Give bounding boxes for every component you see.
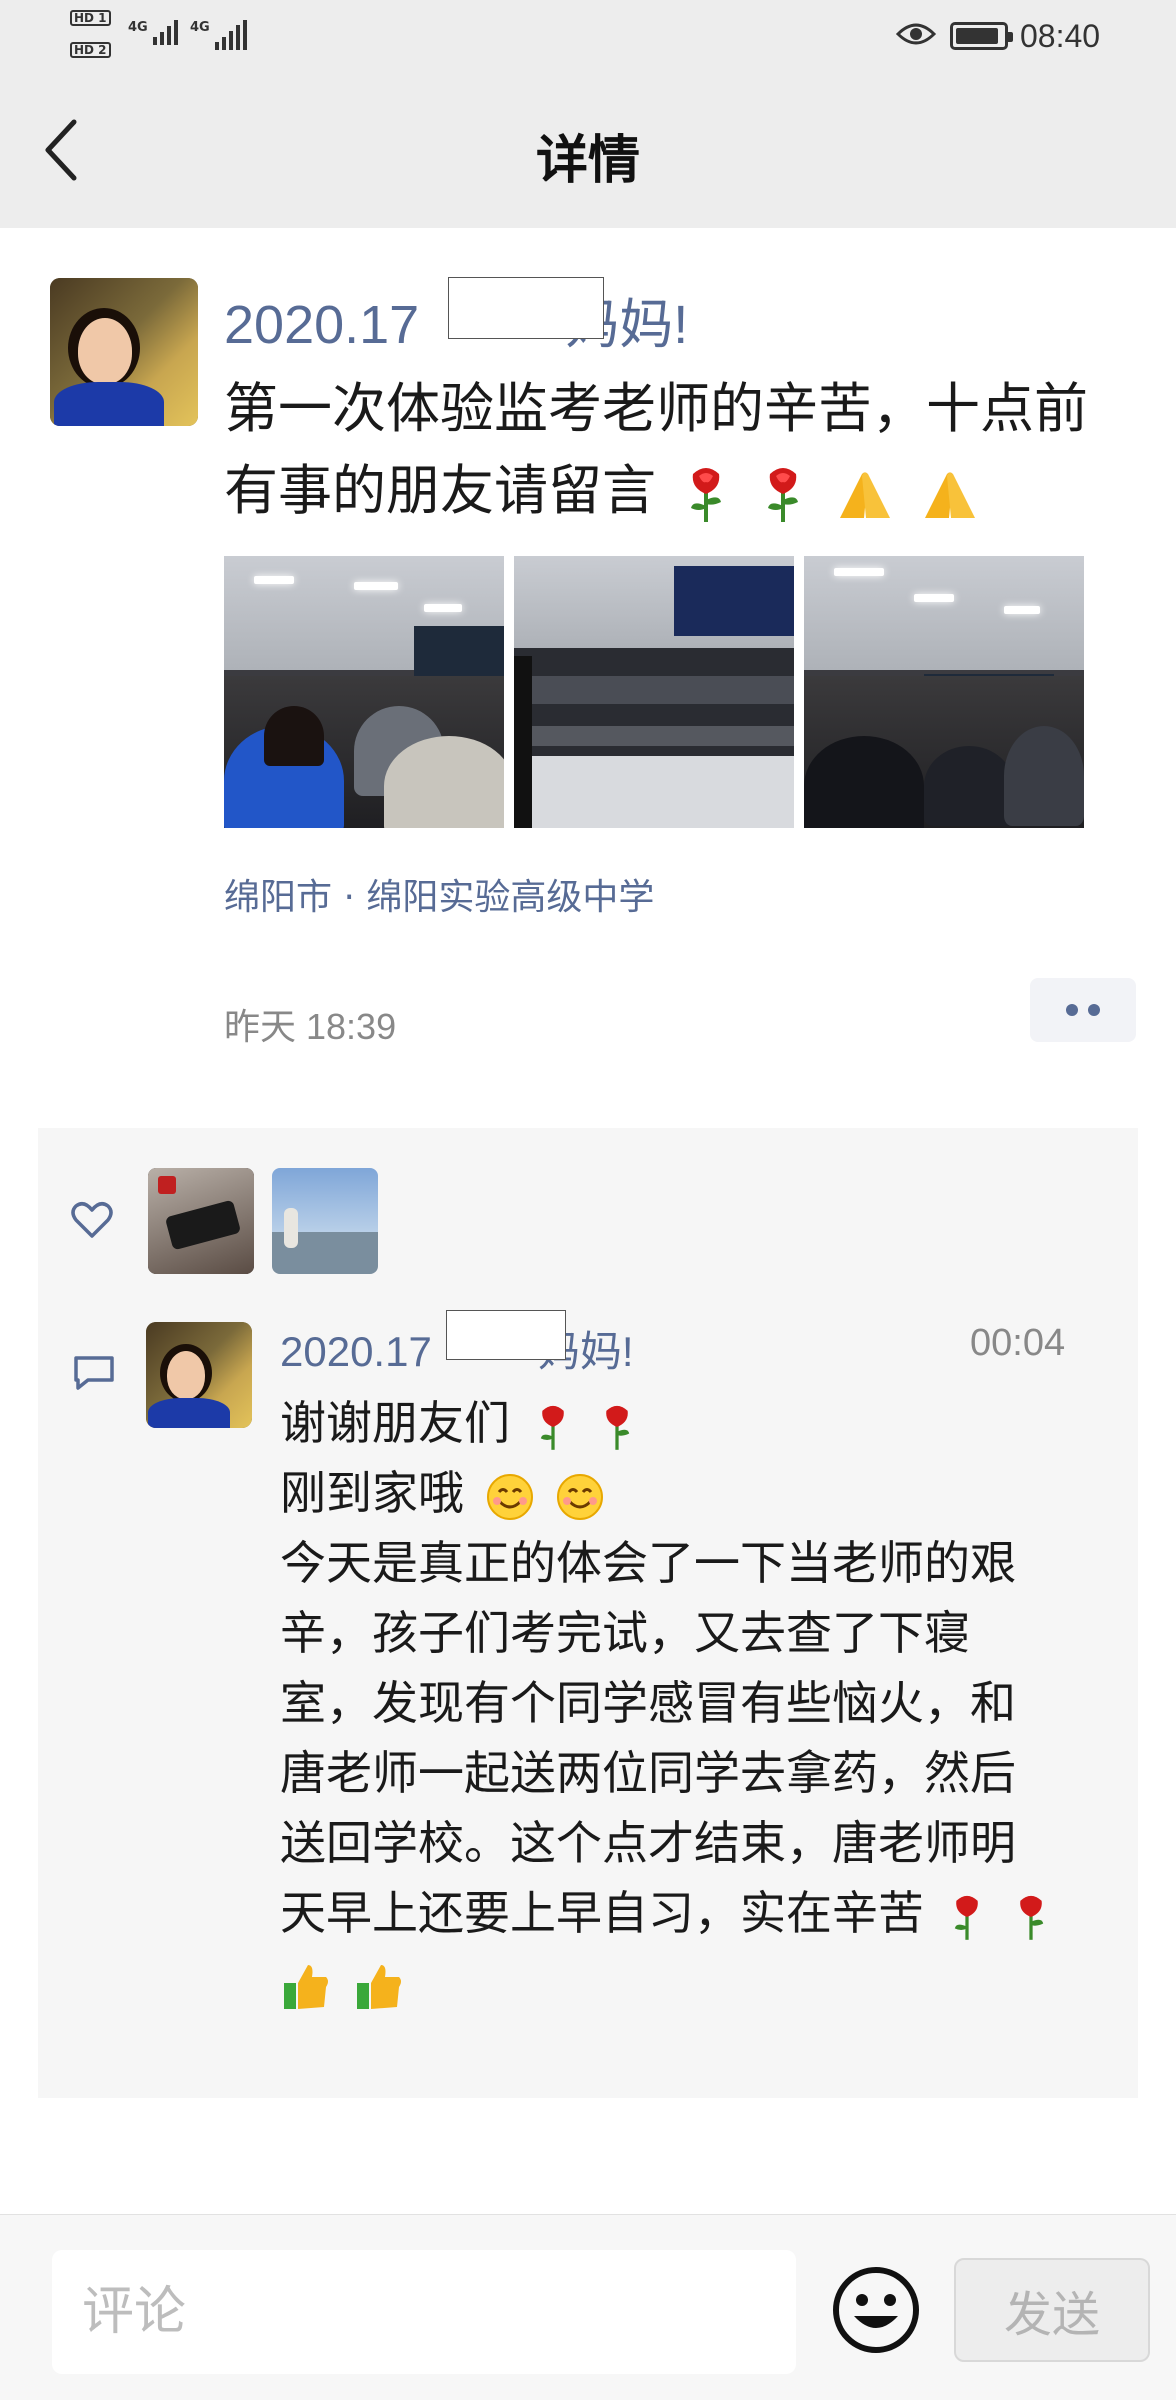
comment-text: 谢谢朋友们 刚到家哦 今天是真正的体会了一下当老师的艰 辛，孩子们考完试，又去查… [280, 1388, 1080, 2018]
status-bar: HD 1 HD 2 4G 4G 08:40 [0, 0, 1176, 72]
liker-avatar[interactable] [272, 1168, 378, 1274]
post-time: 昨天 18:39 [224, 1006, 397, 1047]
post-photo-grid [224, 556, 1084, 828]
blush-smile-icon [486, 1473, 533, 1520]
status-time: 08:40 [1020, 18, 1101, 54]
thumbs-up-icon [284, 1964, 328, 2009]
post-author-avatar[interactable] [50, 278, 198, 426]
comment-input[interactable] [52, 2250, 796, 2374]
comment-author-avatar[interactable] [146, 1322, 252, 1428]
post-photo[interactable] [224, 556, 504, 828]
eye-comfort-icon [896, 23, 936, 45]
redaction-box [446, 1310, 566, 1360]
battery-icon [950, 22, 1013, 50]
rose-icon [1020, 1895, 1044, 1940]
rose-icon [768, 468, 799, 523]
blush-smile-icon [557, 1473, 604, 1520]
rose-icon [954, 1895, 978, 1940]
thumbs-up-icon [356, 1964, 401, 2009]
post-photo[interactable] [514, 556, 794, 828]
pray-icon [924, 472, 975, 519]
redaction-box [448, 277, 604, 339]
more-dots-icon[interactable] [1030, 978, 1136, 1042]
comment-icon [74, 1356, 114, 1390]
comment-time: 00:04 [970, 1322, 1066, 1364]
page-title: 详情 [535, 131, 640, 191]
rose-icon [540, 1405, 564, 1450]
sim1-indicator: HD 1 [70, 10, 114, 26]
rose-icon [691, 468, 722, 523]
post-location[interactable]: 绵阳市 · 绵阳实验高级中学 [224, 868, 654, 920]
smiley-icon[interactable] [830, 2264, 922, 2356]
post-photo[interactable] [804, 556, 1084, 828]
pray-icon [839, 472, 890, 519]
rose-icon [606, 1405, 630, 1450]
signal-icon: 4G [128, 20, 178, 45]
send-button[interactable]: 发送 [954, 2258, 1150, 2362]
signal-icon-2: 4G [190, 20, 247, 50]
liker-avatar[interactable] [148, 1168, 254, 1274]
top-bar: HD 1 HD 2 4G 4G 08:40 详情 [0, 0, 1176, 228]
post-text: 第一次体验监考老师的辛苦，十点前 有事的朋友请留言 [224, 368, 1144, 532]
sim2-indicator: HD 2 [70, 42, 114, 58]
heart-icon [71, 1202, 113, 1238]
